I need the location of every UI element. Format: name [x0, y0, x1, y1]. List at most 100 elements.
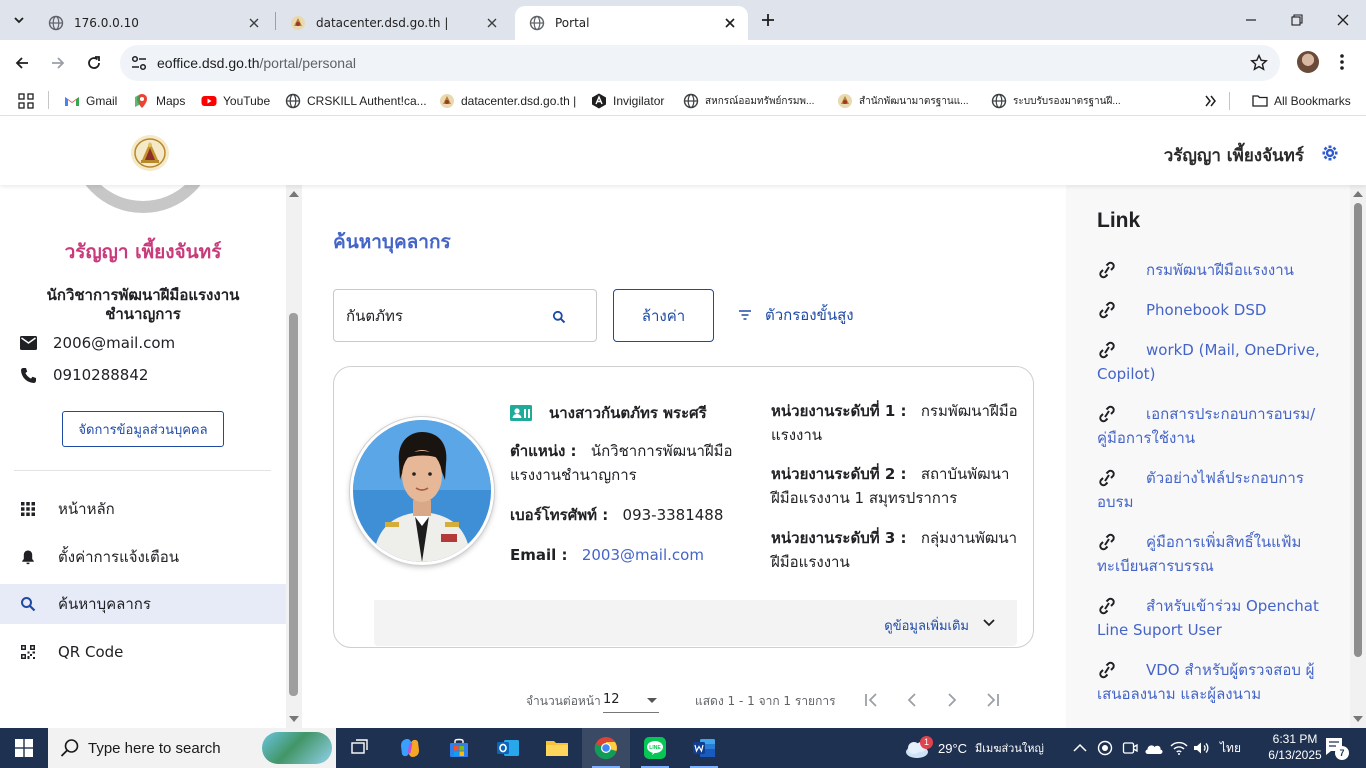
copilot-button[interactable] [386, 728, 434, 768]
url-path: /portal/personal [259, 55, 356, 71]
link-workd[interactable]: workD (Mail, OneDrive, Copilot) [1097, 338, 1337, 386]
address-bar[interactable]: eoffice.dsd.go.th/portal/personal [120, 45, 1280, 81]
bookmark-gmail[interactable]: Gmail [64, 91, 117, 111]
first-page-button[interactable] [861, 689, 883, 711]
start-button[interactable] [0, 728, 48, 768]
link-phonebook[interactable]: Phonebook DSD [1097, 298, 1337, 322]
next-page-button[interactable] [941, 689, 963, 711]
scrollbar-thumb[interactable] [289, 313, 298, 696]
dropdown-caret-icon [647, 698, 657, 703]
bookmark-label: datacenter.dsd.go.th | [461, 94, 577, 108]
page-range-label: แสดง 1 - 1 จาก 1 รายการ [695, 694, 836, 708]
portal-header: วรัญญา เพี้ยงจันทร์ [0, 121, 1366, 185]
bookmark-coop[interactable]: สหกรณ์ออมทรัพย์กรมพ... [683, 91, 814, 111]
bookmark-maps[interactable]: Maps [134, 91, 185, 111]
close-tab-icon[interactable] [246, 15, 262, 31]
last-page-button[interactable] [981, 689, 1003, 711]
link-dsd[interactable]: กรมพัฒนาฝีมือแรงงาน [1097, 258, 1337, 282]
more-vert-icon[interactable] [1334, 52, 1350, 72]
scrollbar-thumb[interactable] [1354, 203, 1362, 657]
sidebar-item-label: หน้าหลัก [58, 500, 115, 518]
sidebar-scrollbar[interactable] [286, 185, 302, 728]
sidebar-item-notifications[interactable]: ตั้งค่าการแจ้งเตือน [0, 537, 286, 577]
bookmarks-overflow-button[interactable] [1204, 91, 1218, 111]
search-input[interactable] [346, 306, 546, 325]
close-tab-icon[interactable] [722, 15, 738, 31]
chevron-down-icon [983, 619, 995, 627]
new-tab-button[interactable] [756, 8, 780, 32]
sidebar-item-home[interactable]: หน้าหลัก [0, 489, 286, 529]
email-value[interactable]: 2003@mail.com [582, 546, 704, 564]
tray-record-icon[interactable] [1097, 728, 1113, 768]
line-app-icon: LINE [644, 737, 666, 759]
outlook-button[interactable] [484, 728, 532, 768]
scroll-up-arrow[interactable] [289, 191, 299, 197]
items-per-page-select[interactable]: 12 [603, 687, 659, 713]
link-vdo[interactable]: VDO สำหรับผู้ตรวจสอบ ผู้เสนอลงนาม และผู้… [1097, 658, 1337, 706]
tray-onedrive-icon[interactable] [1144, 728, 1164, 768]
scroll-down-arrow[interactable] [1353, 716, 1363, 722]
taskbar-search-box[interactable]: Type here to search [48, 728, 336, 768]
bookmark-star-icon[interactable] [1250, 54, 1268, 72]
bookmark-crskill[interactable]: CRSKILL Authent!ca... [285, 91, 427, 111]
previous-page-button[interactable] [901, 689, 923, 711]
link-training-docs[interactable]: เอกสารประกอบการอบรม/คู่มือการใช้งาน [1097, 402, 1337, 450]
profile-avatar[interactable] [1297, 51, 1319, 73]
tray-volume-icon[interactable] [1193, 728, 1211, 768]
show-hidden-icons[interactable] [1073, 728, 1087, 768]
close-window-button[interactable] [1320, 0, 1366, 40]
bookmark-standards[interactable]: สำนักพัฒนามาตรฐานแ... [837, 91, 969, 111]
link-sample-files[interactable]: ตัวอย่างไฟล์ประกอบการอบรม [1097, 466, 1337, 514]
chrome-button[interactable] [582, 728, 630, 768]
back-button[interactable] [8, 49, 36, 77]
more-info-expander[interactable]: ดูข้อมูลเพิ่มเติม [374, 600, 1017, 646]
link-permission-manual[interactable]: คู่มือการเพิ่มสิทธิ์ในแฟ้มทะเบียนสารบรรณ [1097, 530, 1337, 578]
forward-button[interactable] [44, 49, 72, 77]
tray-wifi-icon[interactable] [1170, 728, 1188, 768]
input-language-indicator[interactable]: ไทย [1220, 728, 1241, 768]
search-icon[interactable] [552, 310, 566, 324]
bookmark-youtube[interactable]: YouTube [201, 91, 270, 111]
line-button[interactable]: LINE [631, 728, 679, 768]
weather-widget[interactable]: 1 29°C มีเมฆส่วนใหญ่ [904, 728, 1044, 768]
all-bookmarks-button[interactable]: All Bookmarks [1252, 91, 1351, 111]
dsd-logo [131, 135, 169, 171]
clear-button[interactable]: ล้างค่า [613, 289, 714, 342]
all-bookmarks-label: All Bookmarks [1274, 94, 1351, 108]
bookmark-invigilator[interactable]: Invigilator [591, 91, 664, 111]
header-user-name[interactable]: วรัญญา เพี้ยงจันทร์ [1164, 142, 1304, 169]
search-icon [21, 597, 36, 612]
close-tab-icon[interactable] [484, 15, 500, 31]
site-settings-icon[interactable] [130, 54, 148, 72]
manage-personal-info-button[interactable]: จัดการข้อมูลส่วนบุคคล [62, 411, 224, 447]
tab-datacenter[interactable]: datacenter.dsd.go.th | [276, 6, 510, 40]
search-field[interactable] [333, 289, 597, 342]
sidebar-item-qr-code[interactable]: QR Code [0, 632, 286, 672]
sidebar-item-search-personnel[interactable]: ค้นหาบุคลากร [0, 584, 286, 624]
tab-176[interactable]: 176.0.0.10 [34, 6, 272, 40]
link-openchat[interactable]: สำหรับเข้าร่วม Openchat Line Suport User [1097, 594, 1337, 642]
bookmark-certification[interactable]: ระบบรับรองมาตรฐานฝี... [991, 91, 1121, 111]
store-button[interactable] [435, 728, 483, 768]
tab-portal[interactable]: Portal [515, 6, 748, 40]
minimize-button[interactable] [1228, 0, 1274, 40]
reload-button[interactable] [80, 49, 108, 77]
restore-button[interactable] [1274, 0, 1320, 40]
page-scrollbar[interactable] [1350, 185, 1366, 728]
apps-button[interactable] [18, 91, 34, 111]
chevron-right-icon [948, 693, 957, 707]
chevron-down-icon [14, 17, 24, 24]
tray-meet-icon[interactable] [1122, 728, 1138, 768]
bookmark-datacenter[interactable]: datacenter.dsd.go.th | [439, 91, 576, 111]
task-view-button[interactable] [336, 728, 384, 768]
gear-icon[interactable] [1322, 145, 1338, 161]
system-clock[interactable]: 6:31 PM 6/13/2025 [1268, 731, 1322, 763]
advanced-filter-button[interactable]: ตัวกรองขั้นสูง [738, 304, 854, 326]
link-label: คู่มือการเพิ่มสิทธิ์ในแฟ้มทะเบียนสารบรรณ [1097, 533, 1302, 575]
notification-center-button[interactable]: 7 [1324, 737, 1349, 760]
scroll-up-arrow[interactable] [1353, 191, 1363, 197]
tab-search-button[interactable] [6, 7, 32, 33]
file-explorer-button[interactable] [533, 728, 581, 768]
scroll-down-arrow[interactable] [289, 716, 299, 722]
word-button[interactable] [680, 728, 728, 768]
